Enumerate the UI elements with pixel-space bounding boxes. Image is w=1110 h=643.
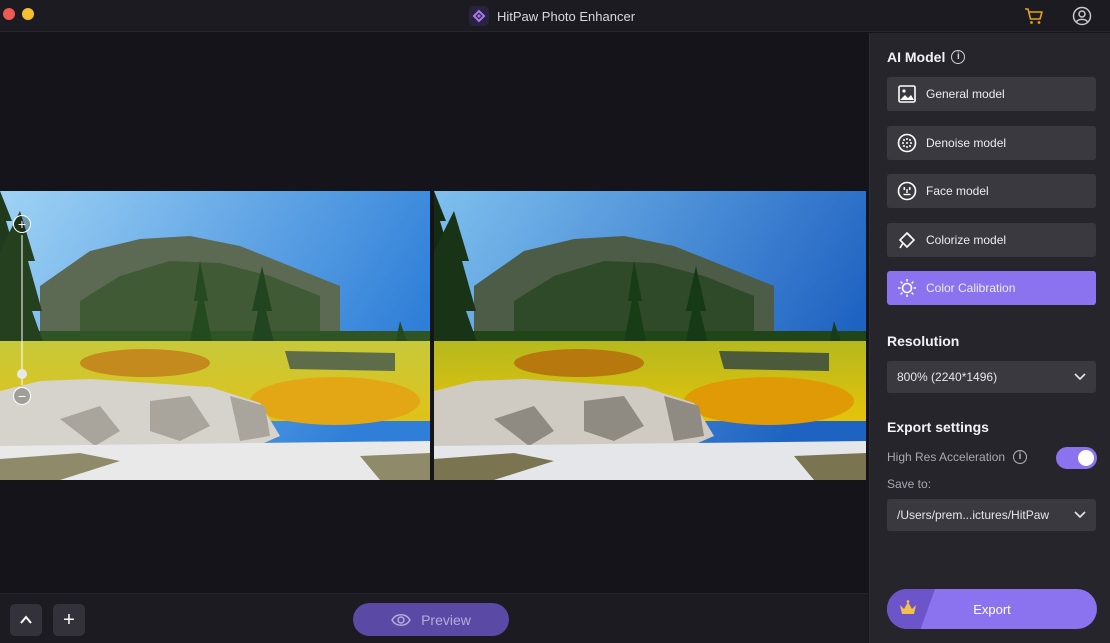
eye-icon: [391, 613, 411, 626]
resolution-select[interactable]: 800% (2240*1496): [887, 361, 1096, 393]
export-settings-heading: Export settings: [887, 419, 989, 435]
paint-bucket-icon: [896, 230, 917, 251]
zoom-out-button[interactable]: −: [13, 387, 31, 405]
model-face[interactable]: Face model: [887, 174, 1096, 208]
model-general[interactable]: General model: [887, 77, 1096, 111]
cart-icon[interactable]: [1023, 5, 1045, 27]
settings-panel: AI Model i General model Denoise model F…: [869, 33, 1110, 643]
model-denoise[interactable]: Denoise model: [887, 126, 1096, 160]
preview-button[interactable]: Preview: [353, 603, 509, 636]
chevron-up-icon: [20, 615, 32, 624]
zoom-slider-handle[interactable]: [17, 369, 27, 379]
export-label: Export: [973, 601, 1011, 617]
app-title: HitPaw Photo Enhancer: [469, 6, 636, 26]
preview-canvas: + −: [0, 33, 868, 593]
title-bar: HitPaw Photo Enhancer: [0, 0, 1110, 32]
chevron-down-icon: [1074, 373, 1086, 381]
user-icon[interactable]: [1071, 5, 1093, 27]
minimize-window-button[interactable]: [22, 8, 34, 20]
zoom-in-button[interactable]: +: [13, 215, 31, 233]
export-button[interactable]: Export: [887, 589, 1097, 629]
image-icon: [896, 84, 917, 105]
high-res-acceleration-label: High Res Acceleration i: [887, 450, 1028, 464]
sun-icon: [896, 278, 917, 299]
info-icon[interactable]: i: [951, 50, 966, 64]
model-colorize[interactable]: Colorize model: [887, 223, 1096, 257]
preview-label: Preview: [421, 611, 471, 628]
enhanced-photo: [434, 191, 866, 480]
face-icon: [896, 181, 917, 202]
add-image-button[interactable]: +: [53, 604, 85, 636]
high-res-acceleration-toggle[interactable]: [1056, 447, 1097, 469]
original-photo: [0, 191, 430, 480]
info-icon[interactable]: i: [1013, 450, 1028, 464]
bottom-toolbar: + Preview: [0, 593, 868, 643]
toggle-knob: [1078, 450, 1094, 466]
denoise-icon: [896, 133, 917, 154]
save-to-label: Save to:: [887, 477, 932, 491]
collapse-up-button[interactable]: [10, 604, 42, 636]
crown-icon: [900, 600, 916, 614]
model-color-calibration[interactable]: Color Calibration: [887, 271, 1096, 305]
app-title-text: HitPaw Photo Enhancer: [497, 8, 636, 24]
save-path-select[interactable]: /Users/prem...ictures/HitPaw: [887, 499, 1096, 531]
hitpaw-logo-icon: [469, 6, 489, 26]
ai-model-heading: AI Model i: [887, 49, 966, 65]
zoom-slider-track[interactable]: [21, 235, 23, 385]
save-path-value: /Users/prem...ictures/HitPaw: [897, 508, 1050, 522]
chevron-down-icon: [1074, 511, 1086, 519]
resolution-value: 800% (2240*1496): [897, 370, 998, 384]
zoom-control: + −: [13, 215, 31, 405]
close-window-button[interactable]: [3, 8, 15, 20]
resolution-heading: Resolution: [887, 333, 960, 349]
